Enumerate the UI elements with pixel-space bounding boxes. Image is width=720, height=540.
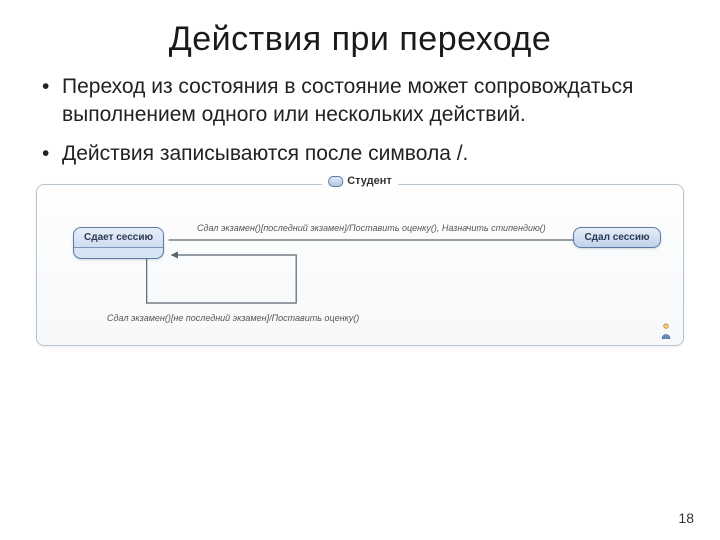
actor-icon (659, 323, 673, 339)
state-body (74, 248, 163, 258)
page-number: 18 (678, 510, 694, 526)
bullet-item: Переход из состояния в состояние может с… (60, 73, 684, 130)
transition-label-top: Сдал экзамен()[последний экзамен]/Постав… (197, 223, 546, 233)
bullet-item: Действия записываются после символа /. (60, 140, 684, 168)
state-left: Сдает сессию (73, 227, 164, 259)
bullet-list: Переход из состояния в состояние может с… (36, 73, 684, 168)
slide-title: Действия при переходе (36, 20, 684, 59)
transition-label-bottom: Сдал экзамен()[не последний экзамен]/Пос… (107, 313, 359, 323)
state-right-label: Сдал сессию (574, 228, 660, 247)
state-right: Сдал сессию (573, 227, 661, 248)
slide: Действия при переходе Переход из состоян… (0, 0, 720, 540)
state-diagram-frame: Студент Сдает сессию Сдал сессию Сдал эк… (36, 184, 684, 346)
state-left-label: Сдает сессию (74, 228, 163, 247)
